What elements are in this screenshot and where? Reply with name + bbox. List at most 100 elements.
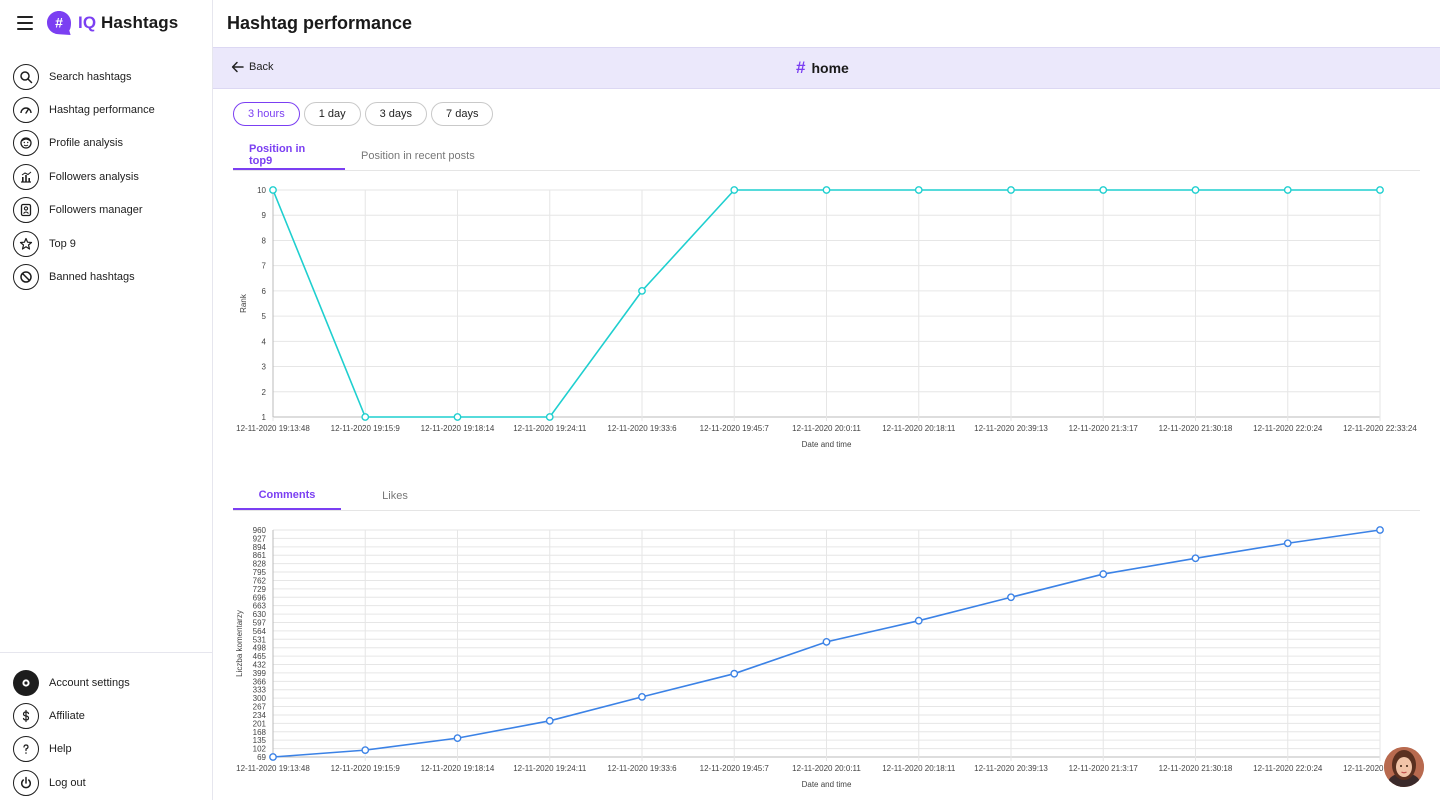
chart-grid [272,189,1381,421]
y-axis-title: Liczba komentarzy [235,610,244,677]
menu-icon[interactable] [17,16,33,30]
data-point [914,186,923,194]
y-tick-label: 927 [253,534,267,543]
y-tick-label: 69 [257,753,266,762]
data-point [1283,186,1292,194]
x-tick-label: 12-11-2020 21:3:17 [1069,424,1139,433]
arrow-left-icon [231,61,244,73]
y-tick-label: 564 [253,627,267,636]
sidebar-divider [0,652,212,653]
y-tick-label: 135 [253,736,267,745]
main-content: Hashtag performance Back # home 3 hours … [213,0,1440,800]
y-tick-label: 4 [262,337,267,346]
x-tick-label: 12-11-2020 21:3:17 [1069,764,1139,773]
y-tick-label: 8 [262,236,267,245]
sidebar-item-account-settings[interactable]: Account settings [0,666,212,699]
y-tick-label: 729 [253,585,267,594]
data-point [1376,186,1384,194]
hashtag-header: Back # home [213,47,1440,89]
back-label: Back [249,61,274,73]
y-tick-label: 10 [257,186,266,195]
data-point [638,286,646,295]
tab-comments[interactable]: Comments [233,482,341,510]
x-tick-label: 12-11-2020 21:30:18 [1159,764,1233,773]
x-tick-label: 12-11-2020 19:45:7 [700,424,770,433]
sidebar-item-label: Affiliate [49,710,85,723]
engagement-tabs: Comments Likes [233,482,1420,511]
range-button-1-day[interactable]: 1 day [303,102,361,126]
x-axis-title: Date and time [802,440,852,449]
sidebar-item-banned-hashtags[interactable]: Banned hashtags [0,260,212,293]
x-tick-label: 12-11-2020 21:30:18 [1159,424,1233,433]
y-tick-label: 6 [262,287,267,296]
y-tick-label: 366 [253,677,267,686]
y-tick-label: 828 [253,560,267,569]
sidebar-item-followers-analysis[interactable]: Followers analysis [0,160,212,193]
sidebar-item-affiliate[interactable]: Affiliate [0,699,212,732]
sidebar-item-log-out[interactable]: Log out [0,766,212,799]
x-tick-label: 12-11-2020 19:33:6 [607,424,677,433]
data-point [269,753,277,761]
y-axis-title: Rank [239,293,248,313]
y-tick-label: 432 [253,661,267,670]
data-point [453,413,462,421]
tab-position-recent[interactable]: Position in recent posts [345,142,491,170]
y-tick-label: 300 [253,694,267,703]
app-name[interactable]: IQ Hashtags [78,13,178,33]
support-avatar[interactable] [1384,747,1424,787]
avatar-image [1384,747,1424,787]
sidebar-item-label: Followers manager [49,204,143,217]
y-tick-label: 5 [262,312,267,321]
logo-icon: # [47,11,71,35]
y-tick-label: 795 [253,568,267,577]
x-tick-label: 12-11-2020 19:15:9 [331,424,401,433]
y-tick-label: 465 [253,652,267,661]
sidebar-item-label: Hashtag performance [49,104,155,117]
hashtag-name: home [811,60,849,76]
y-tick-label: 663 [253,602,267,611]
sidebar-item-profile-analysis[interactable]: Profile analysis [0,127,212,160]
y-tick-label: 234 [253,711,267,720]
x-tick-label: 12-11-2020 20:39:13 [974,764,1048,773]
bar-chart-icon [13,163,39,190]
id-card-icon [13,197,39,224]
data-point [1283,539,1292,548]
sidebar-item-followers-manager[interactable]: Followers manager [0,194,212,227]
x-tick-label: 12-11-2020 22:0:24 [1253,424,1323,433]
back-button[interactable]: Back [231,60,273,74]
range-button-3-days[interactable]: 3 days [364,102,428,126]
sidebar-item-label: Top 9 [49,237,76,250]
sidebar-item-hashtag-performance[interactable]: Hashtag performance [0,93,212,126]
svg-text:#: # [55,15,63,31]
y-tick-label: 630 [253,610,267,619]
y-tick-label: 696 [253,593,267,602]
tab-position-top9[interactable]: Position in top9 [233,142,345,170]
sidebar-item-label: Followers analysis [49,170,139,183]
x-tick-label: 12-11-2020 22:0:24 [1253,764,1323,773]
x-tick-label: 12-11-2020 19:24:11 [513,424,587,433]
data-point [1007,186,1015,194]
y-tick-label: 531 [253,635,267,644]
data-point [545,413,554,421]
range-button-7-days[interactable]: 7 days [431,102,494,126]
sidebar-item-label: Search hashtags [49,70,132,83]
y-tick-label: 9 [262,211,267,220]
y-tick-label: 861 [253,551,267,560]
data-point [1191,186,1200,194]
y-tick-label: 267 [253,703,267,712]
brand: # IQ Hashtags [0,0,212,46]
power-icon [13,769,39,796]
x-tick-label: 12-11-2020 19:33:6 [607,764,677,773]
question-icon [13,736,39,763]
sidebar-item-search-hashtags[interactable]: Search hashtags [0,60,212,93]
data-point [638,692,646,701]
data-point [361,413,370,421]
sidebar-item-help[interactable]: Help [0,733,212,766]
data-point [1007,593,1015,602]
sidebar-item-top-9[interactable]: Top 9 [0,227,212,260]
y-tick-label: 168 [253,728,267,737]
x-axis-title: Date and time [802,780,852,789]
data-point [730,669,739,678]
range-button-3-hours[interactable]: 3 hours [233,102,300,126]
tab-likes[interactable]: Likes [341,482,449,510]
